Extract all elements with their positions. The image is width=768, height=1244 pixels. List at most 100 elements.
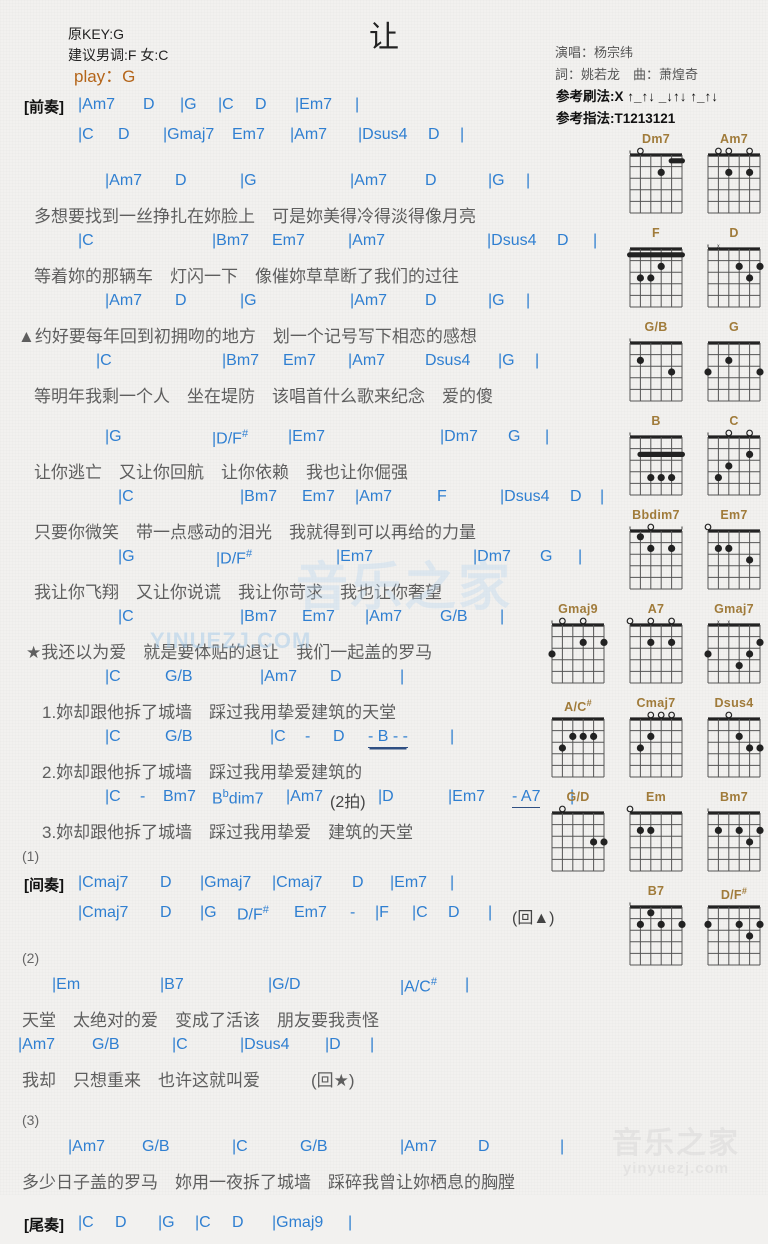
- chord-symbol: |: [450, 874, 455, 891]
- chord-diagram-name: D: [729, 226, 739, 240]
- section-number: (1): [0, 848, 612, 874]
- chord-symbol: |Am7: [260, 668, 298, 685]
- chord-diagram[interactable]: Em: [622, 790, 690, 877]
- chord-symbol: |G: [240, 172, 257, 189]
- chord-diagram-name: Gmaj9: [558, 602, 598, 616]
- chord-diagram-name: A7: [647, 602, 665, 616]
- chord-diagram-name: G/D: [566, 790, 590, 804]
- chord-line: |C - Bm7 Bbdim7 |Am7 (2拍) |D |Em7- A7 |: [0, 788, 612, 818]
- chord-symbol: |Am7: [68, 1138, 106, 1155]
- chord-symbol: D: [425, 172, 437, 189]
- chord-symbol: |D/F#: [212, 428, 249, 448]
- chord-symbol: F: [437, 488, 447, 505]
- chord-diagram[interactable]: D/F#: [700, 884, 768, 971]
- chord-diagram-grid: x: [622, 429, 690, 501]
- chord-diagram-grid: [622, 617, 690, 689]
- chord-symbol: |Em: [52, 976, 81, 993]
- chord-diagram-row: F Dxx: [540, 226, 768, 313]
- chord-diagram-name: G: [728, 320, 740, 334]
- chord-diagram[interactable]: Gmaj7 x x: [700, 602, 768, 689]
- chord-symbol: |: [355, 96, 360, 113]
- chord-diagram-name: Am7: [720, 132, 748, 146]
- chord-line: |C |Bm7 Em7 |Am7 |Dsus4 D |: [0, 232, 612, 262]
- chord-symbol: |Am7: [355, 488, 393, 505]
- chord-symbol: Em7: [232, 126, 265, 143]
- chord-diagram-grid: [622, 711, 690, 783]
- chord-symbol: |: [370, 1036, 375, 1053]
- chord-diagram[interactable]: Cx: [700, 414, 768, 501]
- chord-symbol: |Am7: [290, 126, 328, 143]
- chord-symbol: |Em7: [288, 428, 326, 445]
- chord-diagram-name: Cmaj7: [636, 696, 676, 710]
- chord-symbol: |Am7: [78, 96, 116, 113]
- section-number: (3): [0, 1112, 612, 1138]
- lyric-line: ▲约好要每年回到初拥吻的地方 划一个记号写下相恋的感想: [0, 322, 612, 352]
- corner-watermark-cn: 音乐之家: [612, 1127, 740, 1160]
- chord-symbol: |C: [118, 608, 134, 625]
- chord-diagram-row: G/B x G: [540, 320, 768, 407]
- chord-diagram-grid: [700, 335, 768, 407]
- chord-diagram-name: B7: [647, 884, 665, 898]
- chord-diagram[interactable]: Bm7 x: [700, 790, 768, 877]
- chord-diagram-name: Dsus4: [714, 696, 754, 710]
- chord-diagram-grid: [700, 899, 768, 971]
- chord-symbol: D: [428, 126, 440, 143]
- chord-symbol: |C: [270, 728, 286, 745]
- chord-diagram[interactable]: Am7: [700, 132, 768, 219]
- chord-diagram[interactable]: G/B x: [622, 320, 690, 407]
- chord-diagram-grid: [700, 523, 768, 595]
- chord-symbol: D: [175, 172, 187, 189]
- lyric-text: 2.妳却跟他拆了城墙 踩过我用挚爱建筑的: [42, 763, 363, 782]
- chord-symbol: |C: [218, 96, 234, 113]
- chord-line: |Am7 D |G |Am7 D |G |: [0, 292, 612, 322]
- chord-diagram-name: G/B: [644, 320, 668, 334]
- chord-symbol: G/B: [92, 1036, 120, 1053]
- chord-symbol: |C: [105, 668, 121, 685]
- chord-diagram[interactable]: A7: [622, 602, 690, 689]
- chord-symbol: |: [488, 904, 493, 921]
- chord-symbol: |Am7: [348, 232, 386, 249]
- chord-symbol: |Am7: [350, 292, 388, 309]
- chord-diagram[interactable]: B7 x: [622, 884, 690, 971]
- chord-diagram[interactable]: G: [700, 320, 768, 407]
- svg-text:x: x: [681, 526, 684, 532]
- chord-symbol: |Em7: [390, 874, 428, 891]
- chord-symbol: |Am7: [105, 292, 143, 309]
- chord-diagram[interactable]: Bx: [622, 414, 690, 501]
- section-label: [前奏]: [24, 99, 64, 116]
- chord-symbol: Em7: [283, 352, 316, 369]
- chord-diagram[interactable]: A/C#: [544, 696, 612, 783]
- chord-diagram[interactable]: Dsus4: [700, 696, 768, 783]
- chord-symbol: |D: [378, 788, 394, 805]
- chord-diagram-name: Dm7: [642, 132, 670, 146]
- chord-symbol: |C: [105, 788, 121, 805]
- chord-symbol: -: [305, 728, 311, 745]
- chord-diagram[interactable]: Cmaj7: [622, 696, 690, 783]
- chord-diagram-grid: [622, 805, 690, 877]
- chord-diagram[interactable]: F: [622, 226, 690, 313]
- chord-diagram[interactable]: Dxx: [700, 226, 768, 313]
- lyric-line: 2.妳却跟他拆了城墙 踩过我用挚爱建筑的: [0, 758, 612, 788]
- chord-diagram[interactable]: Gmaj9 x: [544, 602, 612, 689]
- chord-line: |C |Bm7 Em7 |Am7 F |Dsus4 D |: [0, 488, 612, 518]
- chord-symbol: |G: [105, 428, 122, 445]
- chord-diagram[interactable]: Dm7 x: [622, 132, 690, 219]
- lyric-line: 我让你飞翔 又让你说谎 我让你苛求 我也让你奢望: [0, 578, 612, 608]
- chord-diagram-grid: [700, 147, 768, 219]
- lyric-text: 3.妳却跟他拆了城墙 踩过我用挚爱 建筑的天堂: [42, 823, 414, 842]
- chord-symbol: Bbdim7: [212, 788, 264, 808]
- chord-symbol: |G: [158, 1214, 175, 1231]
- original-key: 原KEY:G: [68, 26, 125, 42]
- chord-diagram-row: G/D Em Bm7 x: [540, 790, 768, 877]
- chord-symbol: |Dsus4: [358, 126, 408, 143]
- chord-symbol: D: [425, 292, 437, 309]
- chord-diagram[interactable]: Bbdim7 x x: [622, 508, 690, 595]
- chord-diagram-name: Gmaj7: [714, 602, 754, 616]
- chord-symbol: |Am7: [400, 1138, 438, 1155]
- chord-symbol: |Cmaj7: [78, 874, 129, 891]
- chord-diagram[interactable]: Em7: [700, 508, 768, 595]
- chord-symbol: |Gmaj7: [163, 126, 215, 143]
- lyric-line: 3.妳却跟他拆了城墙 踩过我用挚爱 建筑的天堂: [0, 818, 612, 848]
- chord-diagram[interactable]: G/D: [544, 790, 612, 877]
- chord-diagram-grid: x: [700, 805, 768, 877]
